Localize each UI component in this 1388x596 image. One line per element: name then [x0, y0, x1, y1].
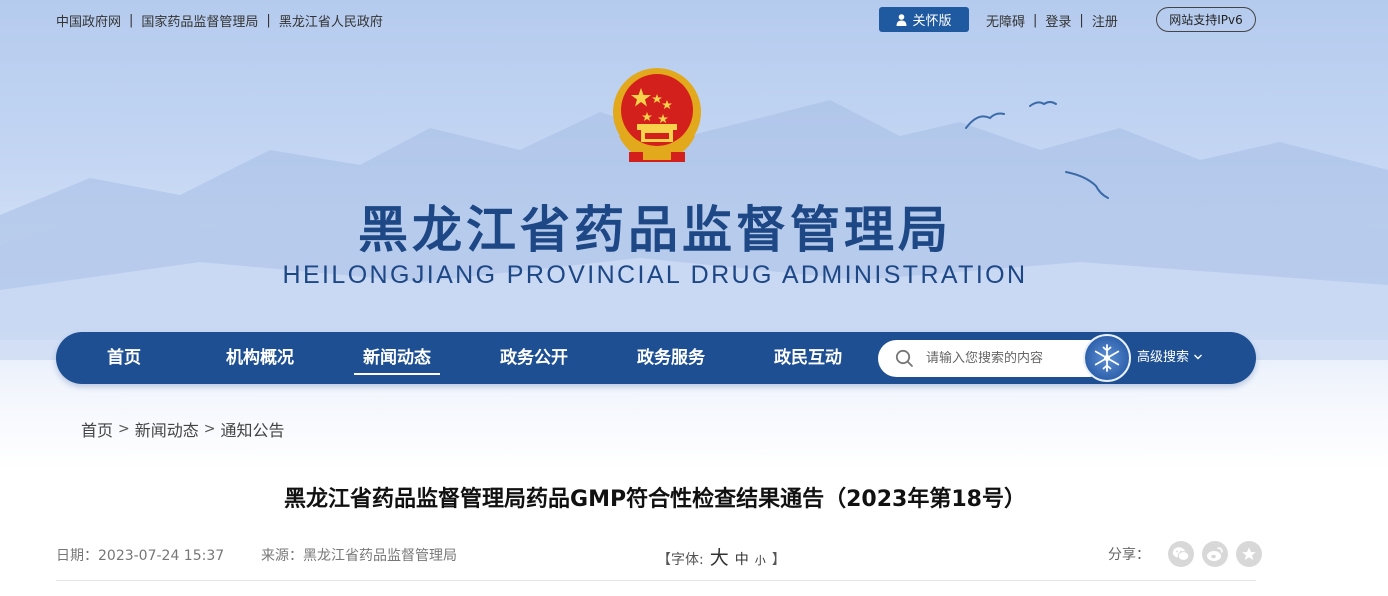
- weibo-icon[interactable]: [1202, 541, 1228, 567]
- favorite-icon[interactable]: [1236, 541, 1262, 567]
- link-nmpa[interactable]: 国家药品监督管理局: [141, 11, 258, 30]
- font-size-label: 【字体:: [657, 552, 704, 568]
- site-subtitle: HEILONGJIANG PROVINCIAL DRUG ADMINISTRAT…: [282, 261, 1028, 289]
- search-input[interactable]: [926, 351, 1086, 366]
- advanced-search-label: 高级搜索: [1137, 350, 1190, 365]
- person-icon: [896, 13, 907, 26]
- nav-about[interactable]: 机构概况: [206, 332, 314, 384]
- share-bar: 分享：: [1108, 541, 1262, 567]
- breadcrumb-home[interactable]: 首页: [81, 417, 113, 441]
- nav-interaction[interactable]: 政民互动: [754, 332, 862, 384]
- care-mode-button[interactable]: 关怀版: [879, 7, 969, 32]
- wechat-icon[interactable]: [1168, 541, 1194, 567]
- advanced-search-link[interactable]: 高级搜索: [1137, 332, 1203, 384]
- register-link[interactable]: 注册: [1092, 11, 1118, 30]
- breadcrumb-notices[interactable]: 通知公告: [221, 417, 285, 441]
- nav-gov-service[interactable]: 政务服务: [617, 332, 725, 384]
- font-large-button[interactable]: 大: [710, 543, 729, 570]
- accessibility-link[interactable]: 无障碍: [986, 11, 1025, 30]
- separator: |: [1079, 13, 1084, 28]
- search-submit-button[interactable]: [1083, 334, 1131, 382]
- separator: |: [266, 13, 271, 28]
- snowflake-icon: [1094, 344, 1120, 372]
- font-small-button[interactable]: 小: [755, 552, 766, 568]
- nav-gov-info[interactable]: 政务公开: [480, 332, 588, 384]
- search-box: [878, 340, 1108, 377]
- chevron-down-icon: [1194, 354, 1203, 360]
- nav-news[interactable]: 新闻动态: [343, 332, 451, 384]
- article-source: 来源：黑龙江省药品监督管理局: [261, 548, 457, 564]
- separator: |: [129, 13, 134, 28]
- breadcrumb-separator: >: [203, 421, 216, 437]
- article-title: 黑龙江省药品监督管理局药品GMP符合性检查结果通告（2023年第18号）: [284, 487, 1026, 512]
- breadcrumb-separator: >: [118, 421, 130, 437]
- care-mode-label: 关怀版: [912, 14, 952, 29]
- national-emblem-icon: [613, 68, 701, 162]
- share-label: 分享：: [1108, 547, 1150, 563]
- login-link[interactable]: 登录: [1045, 11, 1071, 30]
- font-medium-button[interactable]: 中: [735, 549, 749, 569]
- link-gov-cn[interactable]: 中国政府网: [56, 11, 121, 30]
- breadcrumb: 首页 > 新闻动态 > 通知公告: [81, 417, 285, 441]
- font-size-close: 】: [771, 552, 786, 568]
- top-links: 中国政府网 | 国家药品监督管理局 | 黑龙江省人民政府: [56, 11, 383, 30]
- link-hlj-gov[interactable]: 黑龙江省人民政府: [279, 11, 383, 30]
- article-date: 日期：2023-07-24 15:37: [56, 548, 225, 564]
- header-banner: 中国政府网 | 国家药品监督管理局 | 黑龙江省人民政府 关怀版 无障碍 | 登…: [0, 0, 1388, 470]
- ipv6-badge: 网站支持IPv6: [1156, 7, 1256, 32]
- breadcrumb-news[interactable]: 新闻动态: [135, 417, 199, 441]
- font-size-control: 【字体: 大 中 小 】: [657, 543, 786, 570]
- nav-home[interactable]: 首页: [70, 332, 178, 384]
- utility-links: 无障碍 | 登录 | 注册: [986, 11, 1118, 30]
- divider: [56, 580, 1256, 581]
- separator: |: [1033, 13, 1038, 28]
- site-title: 黑龙江省药品监督管理局: [358, 200, 952, 259]
- main-nav: 首页 机构概况 新闻动态 政务公开 政务服务 政民互动 请输入您搜索的内容 高级…: [56, 332, 1256, 384]
- search-icon[interactable]: [895, 349, 914, 368]
